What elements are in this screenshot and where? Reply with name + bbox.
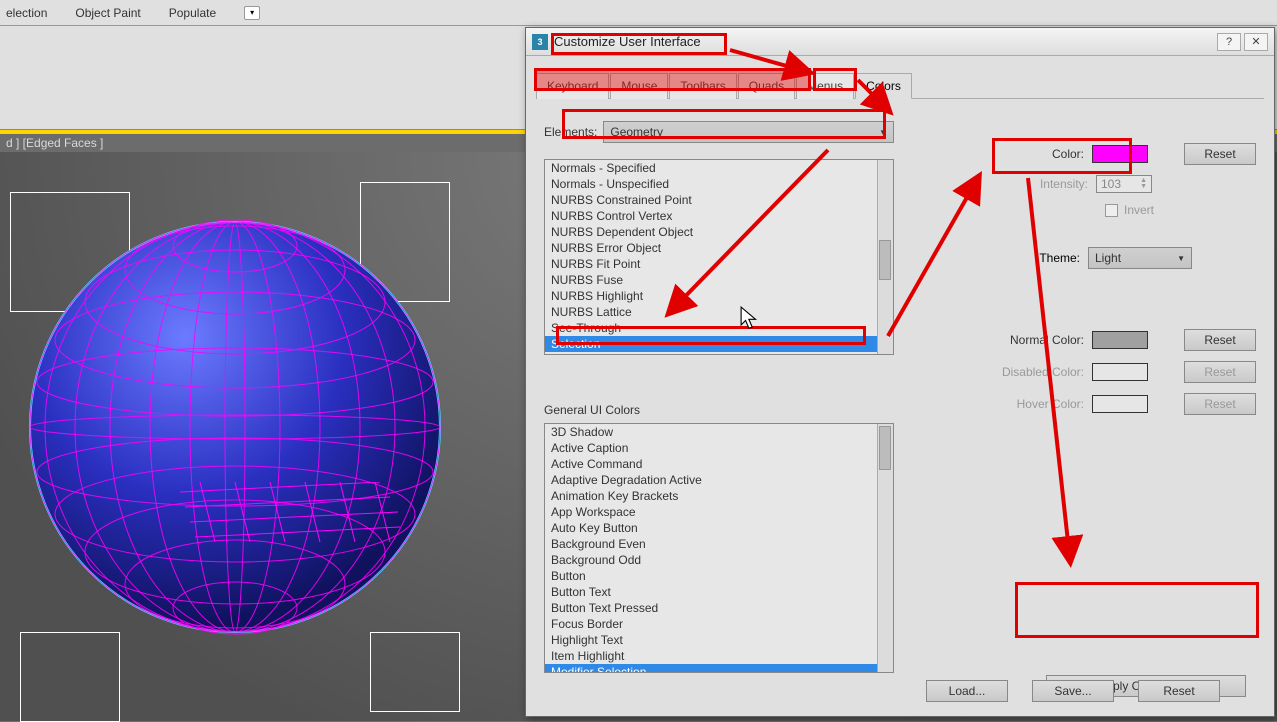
reset-all-button[interactable]: Reset <box>1138 680 1220 702</box>
invert-label: Invert <box>1124 203 1154 217</box>
elements-dropdown[interactable]: Geometry ▼ <box>603 121 894 143</box>
menu-item[interactable]: Object Paint <box>75 6 140 20</box>
chevron-down-icon: ▼ <box>1177 254 1185 263</box>
dialog-bottom-buttons: Load... Save... Reset <box>926 680 1220 702</box>
reset-disabled-button: Reset <box>1184 361 1256 383</box>
list-item[interactable]: Button Text Pressed <box>545 600 877 616</box>
cursor-icon <box>740 306 760 330</box>
normal-color-swatch[interactable] <box>1092 331 1148 349</box>
list-item[interactable]: Button <box>545 568 877 584</box>
scroll-thumb[interactable] <box>879 426 891 470</box>
invert-checkbox <box>1105 204 1118 217</box>
menu-item[interactable]: Populate <box>169 6 216 20</box>
reset-color-button[interactable]: Reset <box>1184 143 1256 165</box>
save-button[interactable]: Save... <box>1032 680 1114 702</box>
list-item[interactable]: NURBS Error Object <box>545 240 877 256</box>
list-item[interactable]: Adaptive Degradation Active <box>545 472 877 488</box>
list-item[interactable]: NURBS Fit Point <box>545 256 877 272</box>
elements-listbox[interactable]: Normals - SpecifiedNormals - Unspecified… <box>544 159 894 355</box>
intensity-label: Intensity: <box>1040 177 1088 191</box>
list-item[interactable]: See-Through <box>545 320 877 336</box>
list-item[interactable]: Background Odd <box>545 552 877 568</box>
reset-hover-button: Reset <box>1184 393 1256 415</box>
list-item[interactable]: 3D Shadow <box>545 424 877 440</box>
dialog-titlebar[interactable]: 3 Customize User Interface ? ✕ <box>526 28 1274 56</box>
dialog-title: Customize User Interface <box>554 34 1217 49</box>
theme-label: Theme: <box>1039 251 1080 265</box>
list-item[interactable]: Auto Key Button <box>545 520 877 536</box>
list-item[interactable]: NURBS Lattice <box>545 304 877 320</box>
customize-ui-dialog: 3 Customize User Interface ? ✕ KeyboardM… <box>525 27 1275 717</box>
list-item[interactable]: Button Text <box>545 584 877 600</box>
dropdown-icon[interactable]: ▾ <box>244 6 260 20</box>
list-item[interactable]: Item Highlight <box>545 648 877 664</box>
elements-label: Elements: <box>544 125 597 139</box>
main-toolbar: election Object Paint Populate ▾ <box>0 0 1277 26</box>
tab-colors[interactable]: Colors <box>855 73 912 99</box>
general-colors-label: General UI Colors <box>544 403 894 417</box>
theme-dropdown[interactable]: Light ▼ <box>1088 247 1192 269</box>
selection-bracket <box>370 632 460 712</box>
list-item[interactable]: Active Caption <box>545 440 877 456</box>
app-icon: 3 <box>532 34 548 50</box>
list-item[interactable]: Background Even <box>545 536 877 552</box>
list-item[interactable]: App Workspace <box>545 504 877 520</box>
menu-item[interactable]: election <box>6 6 47 20</box>
dialog-tabs: KeyboardMouseToolbarsQuadsMenusColors <box>536 72 1264 99</box>
hover-color-label: Hover Color: <box>1017 397 1084 411</box>
reset-normal-button[interactable]: Reset <box>1184 329 1256 351</box>
list-item[interactable]: NURBS Highlight <box>545 288 877 304</box>
list-item[interactable]: NURBS Constrained Point <box>545 192 877 208</box>
spinner-arrows-icon: ▲▼ <box>1140 178 1147 190</box>
list-item[interactable]: Normals - Unspecified <box>545 176 877 192</box>
disabled-color-swatch <box>1092 363 1148 381</box>
tab-toolbars[interactable]: Toolbars <box>669 73 736 99</box>
list-item[interactable]: NURBS Dependent Object <box>545 224 877 240</box>
list-item[interactable]: Focus Border <box>545 616 877 632</box>
tab-menus[interactable]: Menus <box>796 73 854 99</box>
list-item[interactable]: NURBS Fuse <box>545 272 877 288</box>
list-item[interactable]: Modifier Selection <box>545 664 877 673</box>
color-swatch[interactable] <box>1092 145 1148 163</box>
scrollbar[interactable] <box>877 424 893 672</box>
tab-keyboard[interactable]: Keyboard <box>536 73 609 99</box>
tab-mouse[interactable]: Mouse <box>610 73 668 99</box>
normal-color-label: Normal Color: <box>1010 333 1084 347</box>
scrollbar[interactable] <box>877 160 893 354</box>
list-item[interactable]: NURBS Control Vertex <box>545 208 877 224</box>
list-item[interactable]: Highlight Text <box>545 632 877 648</box>
scroll-thumb[interactable] <box>879 240 891 280</box>
intensity-spinner: 103 ▲▼ <box>1096 175 1152 193</box>
hover-color-swatch <box>1092 395 1148 413</box>
disabled-color-label: Disabled Color: <box>1002 365 1084 379</box>
load-button[interactable]: Load... <box>926 680 1008 702</box>
close-button[interactable]: ✕ <box>1244 33 1268 51</box>
selection-bracket <box>20 632 120 722</box>
color-label: Color: <box>1052 147 1084 161</box>
help-button[interactable]: ? <box>1217 33 1241 51</box>
sphere-object[interactable] <box>20 212 450 642</box>
elements-field: Elements: Geometry ▼ <box>544 121 894 143</box>
list-item[interactable]: Animation Key Brackets <box>545 488 877 504</box>
list-item[interactable]: Selection <box>545 336 877 352</box>
sphere-wireframe <box>20 212 450 642</box>
list-item[interactable]: Active Command <box>545 456 877 472</box>
tab-quads[interactable]: Quads <box>738 73 795 99</box>
ground-grid-selection <box>180 482 400 552</box>
list-item[interactable]: Normals - Specified <box>545 160 877 176</box>
chevron-down-icon: ▼ <box>879 128 887 137</box>
general-colors-listbox[interactable]: 3D ShadowActive CaptionActive CommandAda… <box>544 423 894 673</box>
